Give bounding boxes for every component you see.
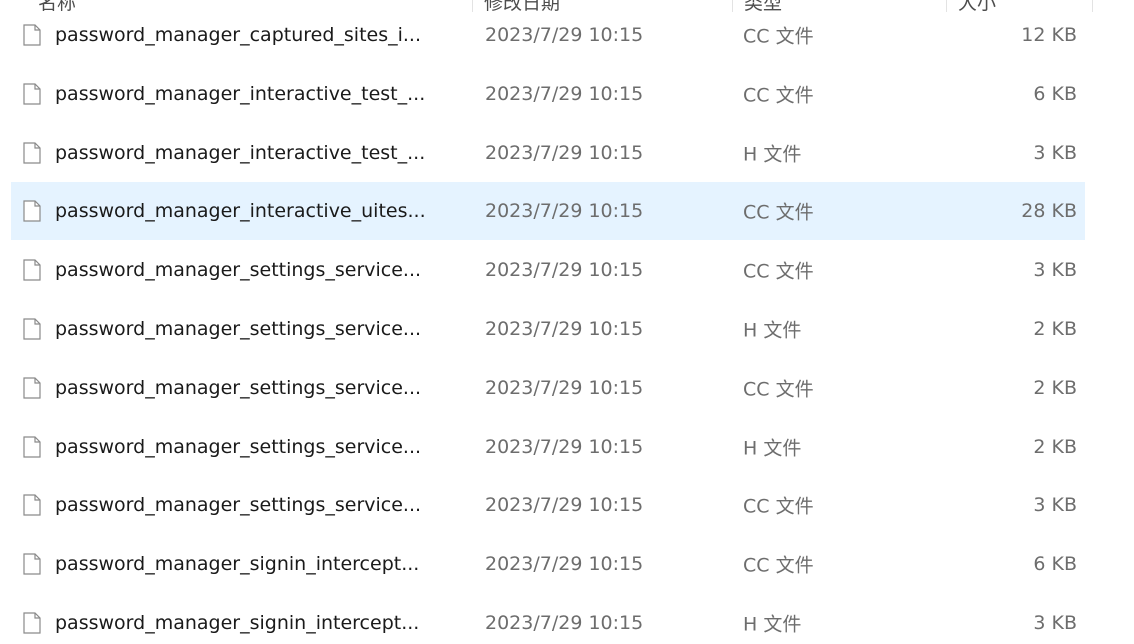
file-size: 6 KB [1033, 82, 1077, 105]
file-name: password_manager_settings_service... [55, 494, 422, 517]
file-type: CC 文件 [743, 84, 814, 107]
file-date-modified: 2023/7/29 10:15 [485, 553, 644, 576]
column-separator[interactable] [1092, 0, 1093, 12]
file-date-modified: 2023/7/29 10:15 [485, 200, 644, 223]
file-size: 28 KB [1021, 200, 1077, 223]
file-size: 2 KB [1033, 376, 1077, 399]
file-icon [23, 435, 41, 458]
file-row[interactable]: password_manager_settings_service... 202… [11, 418, 1085, 476]
file-type: CC 文件 [743, 25, 814, 48]
file-icon [23, 553, 41, 575]
file-icon [23, 377, 41, 399]
file-icon [23, 494, 41, 516]
file-name: password_manager_interactive_test_... [55, 141, 426, 164]
file-icon [23, 612, 41, 634]
file-icon [23, 259, 41, 281]
file-row[interactable]: password_manager_settings_service... 202… [11, 359, 1085, 417]
file-type: CC 文件 [743, 495, 814, 518]
file-icon [23, 141, 41, 164]
file-row[interactable]: password_manager_interactive_uites... 20… [11, 182, 1085, 241]
file-type: H 文件 [743, 437, 802, 460]
file-name: password_manager_captured_sites_i... [55, 24, 422, 46]
file-size: 3 KB [1033, 141, 1077, 164]
file-name: password_manager_settings_service... [55, 435, 422, 458]
file-date-modified: 2023/7/29 10:15 [485, 376, 644, 399]
file-row[interactable]: password_manager_signin_intercept... 202… [11, 535, 1085, 593]
file-date-modified: 2023/7/29 10:15 [485, 494, 644, 517]
file-row[interactable]: password_manager_interactive_test_... 20… [11, 65, 1085, 123]
file-icon [23, 200, 41, 222]
file-size: 6 KB [1033, 553, 1077, 576]
file-size: 3 KB [1033, 494, 1077, 517]
file-size: 2 KB [1033, 435, 1077, 458]
file-row[interactable]: password_manager_settings_service... 202… [11, 241, 1085, 299]
file-date-modified: 2023/7/29 10:15 [485, 259, 644, 282]
file-icon [23, 318, 41, 340]
file-type: H 文件 [743, 613, 802, 636]
file-row[interactable]: password_manager_settings_service... 202… [11, 476, 1085, 534]
file-icon [23, 24, 41, 46]
file-icon [23, 83, 41, 105]
file-row[interactable]: password_manager_signin_intercept... 202… [11, 594, 1085, 644]
file-name: password_manager_signin_intercept... [55, 612, 420, 634]
file-row[interactable]: password_manager_settings_service... 202… [11, 300, 1085, 358]
file-name: password_manager_settings_service... [55, 376, 422, 399]
file-size: 2 KB [1033, 318, 1077, 340]
file-size: 3 KB [1033, 259, 1077, 282]
file-type: CC 文件 [743, 260, 814, 283]
file-name: password_manager_settings_service... [55, 259, 422, 282]
file-name: password_manager_interactive_uites... [55, 200, 426, 223]
file-date-modified: 2023/7/29 10:15 [485, 435, 644, 458]
file-date-modified: 2023/7/29 10:15 [485, 141, 644, 164]
file-name: password_manager_settings_service... [55, 318, 422, 340]
file-type: CC 文件 [743, 201, 814, 224]
file-date-modified: 2023/7/29 10:15 [485, 24, 644, 46]
file-type: CC 文件 [743, 378, 814, 401]
file-size: 12 KB [1021, 24, 1077, 46]
file-date-modified: 2023/7/29 10:15 [485, 612, 644, 634]
file-date-modified: 2023/7/29 10:15 [485, 82, 644, 105]
file-date-modified: 2023/7/29 10:15 [485, 318, 644, 340]
file-name: password_manager_signin_intercept... [55, 553, 420, 576]
file-type: H 文件 [743, 319, 802, 342]
file-name: password_manager_interactive_test_... [55, 82, 426, 105]
file-type: CC 文件 [743, 554, 814, 577]
file-size: 3 KB [1033, 612, 1077, 634]
file-explorer-list-view: 名称 修改日期 类型 大小 password_manager_captured_… [0, 0, 1134, 644]
file-row[interactable]: password_manager_interactive_test_... 20… [11, 124, 1085, 182]
file-type: H 文件 [743, 143, 802, 166]
file-row[interactable]: password_manager_captured_sites_i... 202… [11, 6, 1085, 64]
